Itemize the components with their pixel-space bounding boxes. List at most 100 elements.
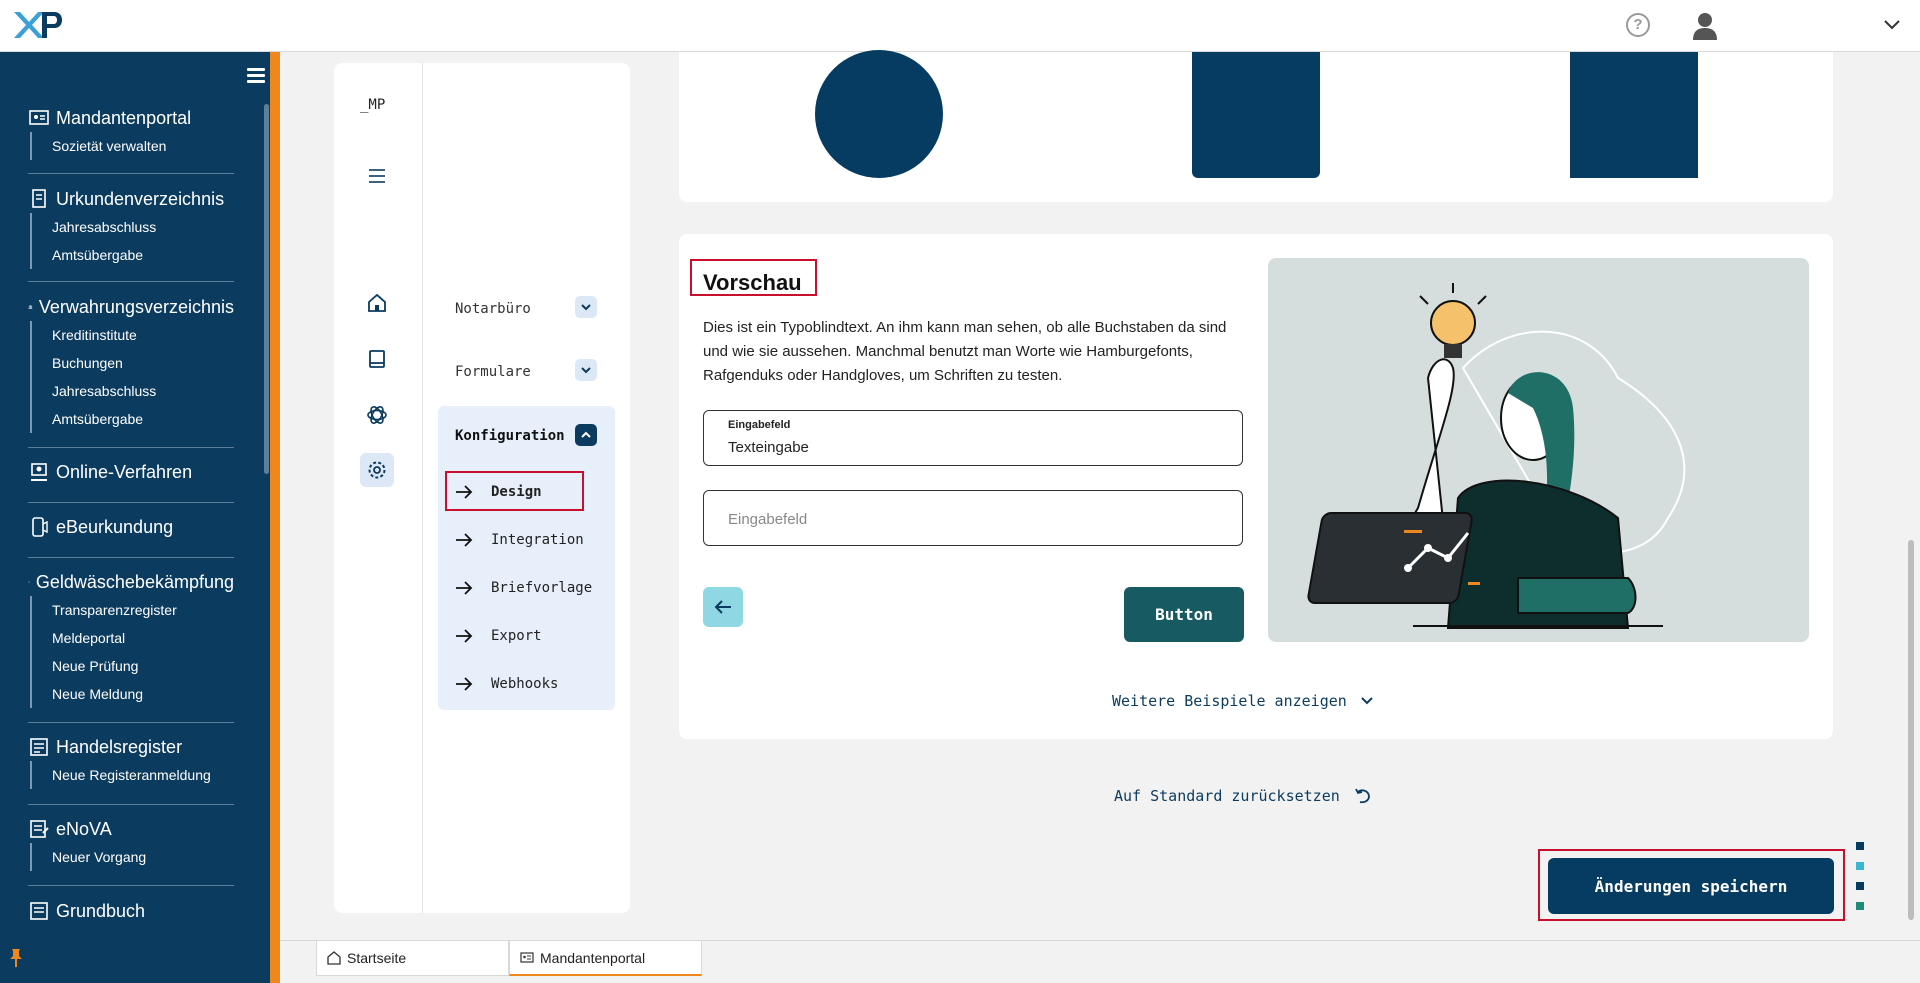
reset-label: Auf Standard zurücksetzen <box>1114 787 1340 805</box>
color-swatch <box>1856 862 1864 870</box>
sidebar-group-title: Verwahrungsverzeichnis <box>38 296 234 317</box>
input-value: Texteingabe <box>728 439 809 456</box>
sidebar-item-sozietaet-verwalten[interactable]: Sozietät verwalten <box>30 132 234 160</box>
sidebar-group-verwahrungsverzeichnis: Verwahrungsverzeichnis Kreditinstitute B… <box>28 293 234 433</box>
arrow-left-icon <box>714 600 731 614</box>
arrow-right-icon <box>456 677 473 691</box>
sidebar-divider <box>28 804 234 805</box>
sidebar-group-online-verfahren: Online-Verfahren <box>28 458 234 486</box>
sidebar-group-title: Grundbuch <box>56 900 146 921</box>
sidebar-group-title: Online-Verfahren <box>56 461 193 482</box>
input-placeholder: Eingabefeld <box>728 511 808 528</box>
chevron-down-icon[interactable] <box>1882 14 1902 34</box>
sidebar-group-mandantenportal: Mandantenportal Sozietät verwalten <box>28 104 234 160</box>
nav-sub-item-webhooks[interactable]: Webhooks <box>455 666 605 702</box>
sidebar-item-neue-pruefung[interactable]: Neue Prüfung <box>30 652 234 680</box>
more-examples-link[interactable]: Weitere Beispiele anzeigen <box>1112 692 1375 710</box>
register-icon <box>30 738 48 756</box>
sidebar-group-title: Handelsregister <box>56 736 183 757</box>
sidebar-item-ebeurkundung[interactable]: eBeurkundung <box>28 513 234 541</box>
settings-icon[interactable] <box>360 453 394 487</box>
book-icon[interactable] <box>360 342 394 376</box>
portal-icon <box>520 951 534 963</box>
sidebar-item-buchungen[interactable]: Buchungen <box>30 349 234 377</box>
svg-text:€: € <box>29 581 30 583</box>
sidebar-group-title: eBeurkundung <box>56 516 174 537</box>
more-examples-label: Weitere Beispiele anzeigen <box>1112 692 1347 710</box>
sidebar-item-neue-registeranmeldung[interactable]: Neue Registeranmeldung <box>30 761 234 789</box>
preview-text: Dies ist ein Typoblindtext. An ihm kann … <box>703 319 1227 384</box>
nav-section-konfiguration[interactable]: Konfiguration <box>455 428 565 444</box>
color-swatch <box>1856 902 1864 910</box>
grundbuch-icon <box>30 902 48 920</box>
sidebar-divider <box>28 557 234 558</box>
shape-square <box>1570 52 1698 178</box>
nav-section-notarbuero[interactable]: Notarbüro <box>455 301 531 317</box>
chevron-up-icon[interactable] <box>575 424 597 446</box>
sidebar-group-title: Urkundenverzeichnis <box>56 188 225 209</box>
sidebar-item-jahresabschluss[interactable]: Jahresabschluss <box>30 213 234 241</box>
sidebar-item-neue-meldung[interactable]: Neue Meldung <box>30 680 234 708</box>
nav-sub-item-label: Export <box>491 628 542 644</box>
xp-logo[interactable] <box>12 8 62 42</box>
sidebar-item-kreditinstitute[interactable]: Kreditinstitute <box>30 321 234 349</box>
sidebar-item-handelsregister[interactable]: Handelsregister <box>28 733 234 761</box>
nav-section-formulare[interactable]: Formulare <box>455 364 531 380</box>
sidebar-item-jahresabschluss[interactable]: Jahresabschluss <box>30 377 234 405</box>
sidebar-divider <box>28 502 234 503</box>
sample-button[interactable]: Button <box>1124 587 1244 642</box>
nav-sub-item-briefvorlage[interactable]: Briefvorlage <box>455 570 605 606</box>
bottom-tab-bar: Startseite Mandantenportal <box>280 940 1920 983</box>
sidebar-group-grundbuch: Grundbuch <box>28 897 234 925</box>
back-button[interactable] <box>703 587 743 627</box>
arrow-right-icon <box>456 533 473 547</box>
illustration-lightbulb-person <box>1268 258 1809 642</box>
nav-sub-item-label: Integration <box>491 532 584 548</box>
sidebar-item-transparenzregister[interactable]: Transparenzregister <box>30 596 234 624</box>
sidebar-item-amtsuebergabe[interactable]: Amtsübergabe <box>30 405 234 433</box>
sidebar-item-enova[interactable]: eNoVA <box>28 815 234 843</box>
highlight-box <box>445 471 584 511</box>
nav-brand: _MP <box>360 97 386 113</box>
enova-icon <box>30 820 49 838</box>
ebeurkundung-icon <box>32 517 48 537</box>
hamburger-menu-icon[interactable] <box>247 68 265 84</box>
sidebar-item-neuer-vorgang[interactable]: Neuer Vorgang <box>30 843 234 871</box>
sidebar-item-amtsuebergabe[interactable]: Amtsübergabe <box>30 241 234 269</box>
reset-defaults-link[interactable]: Auf Standard zurücksetzen <box>1114 787 1372 805</box>
sidebar-group-title: Geldwäschebekämpfung <box>35 571 234 592</box>
main-scrollbar[interactable] <box>1908 540 1914 920</box>
nav-sub-item-integration[interactable]: Integration <box>455 522 605 558</box>
undo-icon <box>1354 788 1370 804</box>
sidebar-item-meldeportal[interactable]: Meldeportal <box>30 624 234 652</box>
home-icon <box>327 951 341 965</box>
nav-sub-item-label: Briefvorlage <box>491 580 593 596</box>
arrow-right-icon <box>456 581 473 595</box>
input-field-filled[interactable]: Eingabefeld Texteingabe <box>703 410 1243 466</box>
sidebar-item-mandantenportal[interactable]: Mandantenportal <box>28 104 234 132</box>
tab-label: Mandantenportal <box>540 949 646 966</box>
highlight-box <box>1538 849 1845 921</box>
sidebar-item-grundbuch[interactable]: Grundbuch <box>28 897 234 925</box>
sidebar-scrollbar[interactable] <box>264 104 269 474</box>
sidebar-item-verwahrungsverzeichnis[interactable]: Verwahrungsverzeichnis <box>28 293 234 321</box>
sidebar-item-geldwaeschebekaempfung[interactable]: € Geldwäschebekämpfung <box>28 568 234 596</box>
help-icon[interactable]: ? <box>1626 13 1650 37</box>
sidebar-item-urkundenverzeichnis[interactable]: Urkundenverzeichnis <box>28 185 234 213</box>
sidebar-item-online-verfahren[interactable]: Online-Verfahren <box>28 458 234 486</box>
menu-icon[interactable] <box>360 159 394 193</box>
pin-icon[interactable] <box>9 948 23 968</box>
chevron-down-icon[interactable] <box>575 359 597 381</box>
shape-rounded-square <box>1192 52 1320 178</box>
arrow-right-icon <box>456 629 473 643</box>
home-icon[interactable] <box>360 286 394 320</box>
tab-mandantenportal[interactable]: Mandantenportal <box>509 941 702 976</box>
tab-startseite[interactable]: Startseite <box>316 941 509 976</box>
nav-divider <box>422 63 423 913</box>
chevron-down-icon[interactable] <box>575 296 597 318</box>
user-icon[interactable] <box>1692 12 1718 40</box>
ai-icon[interactable] <box>360 398 394 432</box>
input-field-empty[interactable]: Eingabefeld <box>703 490 1243 546</box>
sidebar-divider <box>28 447 234 448</box>
nav-sub-item-export[interactable]: Export <box>455 618 605 654</box>
